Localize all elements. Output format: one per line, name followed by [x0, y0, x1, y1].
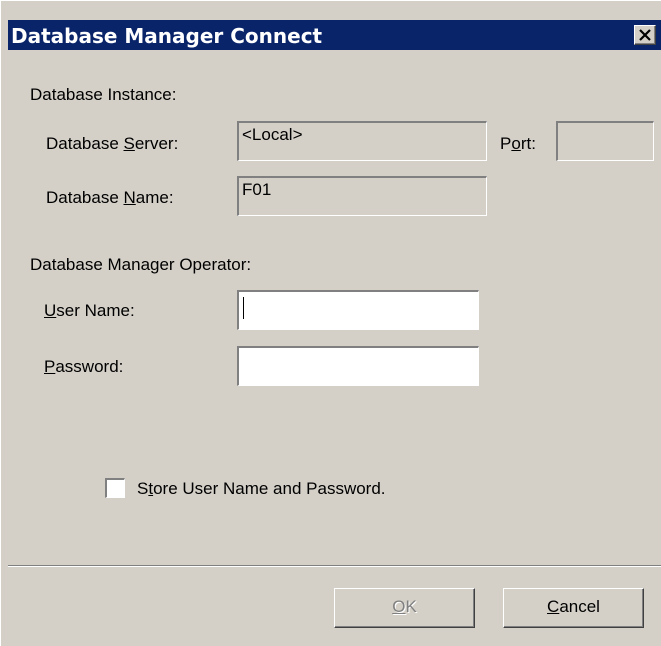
- database-manager-operator-label: Database Manager Operator:: [30, 255, 252, 274]
- port-label-accelerator: o: [511, 134, 521, 153]
- password-label: Password:: [44, 357, 123, 377]
- port-label-text-end: rt:: [520, 134, 536, 153]
- port-field[interactable]: [556, 121, 654, 161]
- port-label: Port:: [500, 134, 536, 154]
- database-name-field[interactable]: F01: [237, 176, 487, 216]
- database-server-label-accelerator: S: [123, 134, 135, 153]
- database-server-label-text: Database: [46, 134, 124, 153]
- ok-button[interactable]: OK: [334, 588, 475, 628]
- title-bar[interactable]: Database Manager Connect: [8, 20, 661, 50]
- password-label-accelerator: P: [44, 357, 56, 376]
- password-label-text: assword:: [55, 357, 124, 376]
- database-server-label-text-end: erver:: [134, 134, 179, 153]
- cancel-button[interactable]: Cancel: [503, 588, 644, 628]
- database-server-value: <Local>: [242, 125, 303, 144]
- dialog-title: Database Manager Connect: [11, 24, 323, 48]
- user-name-label-text: ser Name:: [56, 301, 135, 320]
- database-server-label: Database Server:: [46, 134, 178, 154]
- database-instance-label: Database Instance:: [30, 85, 177, 104]
- ok-button-label: K: [405, 597, 417, 616]
- store-credentials-label-text-end: ore User Name and Password.: [153, 479, 386, 498]
- cancel-button-accelerator: C: [547, 597, 560, 616]
- user-name-label: User Name:: [44, 301, 135, 321]
- password-input[interactable]: [237, 346, 479, 386]
- store-credentials-checkbox[interactable]: [105, 478, 125, 498]
- text-caret: [243, 297, 244, 319]
- database-name-label: Database Name:: [46, 188, 174, 208]
- ok-button-accelerator: O: [392, 597, 406, 616]
- database-server-field[interactable]: <Local>: [237, 121, 487, 161]
- button-area-separator: [8, 565, 661, 567]
- store-credentials-label[interactable]: Store User Name and Password.: [137, 479, 386, 499]
- database-name-label-text-end: ame:: [135, 188, 174, 207]
- user-name-input[interactable]: [237, 290, 479, 330]
- close-button[interactable]: [634, 25, 656, 45]
- port-label-text: P: [500, 134, 512, 153]
- database-manager-connect-dialog: Database Manager Connect Database Instan…: [0, 0, 661, 646]
- store-credentials-label-text: S: [137, 479, 149, 498]
- database-name-value: F01: [242, 180, 272, 199]
- database-name-label-text: Database: [46, 188, 124, 207]
- close-icon: [639, 29, 651, 41]
- database-name-label-accelerator: N: [123, 188, 136, 207]
- cancel-button-label: ancel: [559, 597, 600, 616]
- user-name-label-accelerator: U: [44, 301, 57, 320]
